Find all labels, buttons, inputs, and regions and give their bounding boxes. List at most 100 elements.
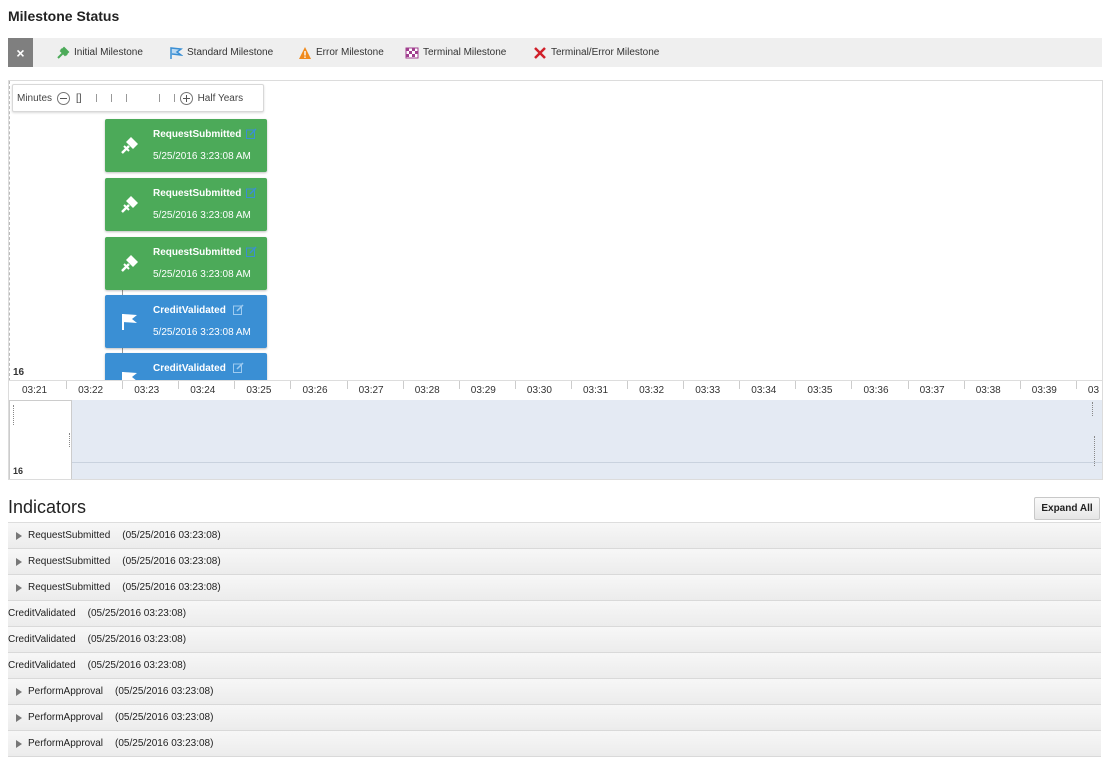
axis-tick-divider [907,381,909,389]
axis-tick-label: 03:34 [751,385,777,396]
axis-tick-divider [346,381,348,389]
axis-tick-label: 03:27 [358,385,384,396]
legend-item-error: Error Milestone [298,38,384,67]
indicator-time: (05/25/2016 03:23:08) [87,634,187,645]
edit-icon[interactable] [246,246,257,257]
indicator-time: (05/25/2016 03:23:08) [87,608,187,619]
indicator-row[interactable]: RequestSubmitted (05/25/2016 03:23:08) [8,575,1101,601]
indicator-row[interactable]: PerformApproval (05/25/2016 03:23:08) [8,679,1101,705]
milestone-card[interactable]: RequestSubmitted 5/25/2016 3:23:08 AM [105,237,267,290]
indicator-name: CreditValidated [8,634,76,645]
indicator-time: (05/25/2016 03:23:08) [115,738,214,749]
edit-icon[interactable] [246,187,257,198]
axis-tick-label: 03:23 [134,385,160,396]
milestone-date: 5/25/2016 3:23:08 AM [153,327,251,338]
milestone-card[interactable]: RequestSubmitted 5/25/2016 3:23:08 AM [105,119,267,172]
overview-scroll-marker [1092,402,1093,416]
time-axis: 03:21 03:22 03:23 03:24 03:25 03:26 03:27 03:28… [9,380,1102,401]
zoom-in-icon[interactable] [179,91,193,105]
axis-tick-label: 03:35 [807,385,833,396]
milestone-date: 5/25/2016 3:23:08 AM [153,151,251,162]
axis-tick-divider [66,381,67,389]
axis-tick-label: 03:38 [975,385,1001,396]
edit-icon[interactable] [233,304,244,315]
indicator-name: RequestSubmitted [28,582,111,593]
axis-tick-divider [1019,381,1021,389]
indicator-row: CreditValidated (05/25/2016 03:23:08) [8,653,1101,679]
milestone-card[interactable]: CreditValidated 5/25/2016 3:23:08 AM [105,295,267,348]
close-legend-button[interactable]: × [8,38,33,67]
zoom-fit-button[interactable]: [] [76,93,82,104]
indicator-name: PerformApproval [28,686,104,697]
zoom-level-tick[interactable] [173,94,175,102]
zoom-level-tick[interactable] [125,94,127,102]
axis-tick-label: 03:29 [470,385,496,396]
axis-tick-divider [795,381,797,389]
standard-milestone-icon [119,310,141,332]
axis-tick-divider [963,381,965,389]
axis-tick-divider [458,381,460,389]
milestone-card[interactable]: RequestSubmitted 5/25/2016 3:23:08 AM [105,178,267,231]
legend-item-initial: Initial Milestone [56,38,143,67]
axis-tick-divider [234,381,236,389]
timeline-row-label: 16 [13,367,25,378]
terminal-error-milestone-icon [533,46,547,60]
indicator-time: (05/25/2016 03:23:08) [87,660,187,671]
axis-tick-divider [683,381,685,389]
milestone-title: RequestSubmitted [153,129,242,140]
expand-caret-icon[interactable] [16,583,22,592]
overview-window-handle[interactable] [69,433,70,447]
zoom-level-tick[interactable] [158,94,160,102]
axis-tick-divider [122,381,124,389]
indicator-time: (05/25/2016 03:23:08) [122,582,221,593]
axis-tick-divider [290,381,292,389]
zoom-max-label: Half Years [197,92,244,104]
initial-milestone-icon [119,252,141,274]
expand-caret-icon[interactable] [16,739,22,748]
axis-tick-divider [739,381,741,389]
indicator-row: CreditValidated (05/25/2016 03:23:08) [8,627,1101,653]
expand-all-button[interactable]: Expand All [1034,497,1100,520]
legend-label: Standard Milestone [187,47,274,58]
timeline-overview[interactable]: 16 [9,400,1102,479]
indicator-row: CreditValidated (05/25/2016 03:23:08) [8,601,1101,627]
expand-caret-icon[interactable] [16,713,22,722]
indicator-row[interactable]: PerformApproval (05/25/2016 03:23:08) [8,705,1101,731]
axis-tick-label: 03:31 [583,385,609,396]
overview-window-handle[interactable] [13,405,14,425]
edit-icon[interactable] [233,362,244,373]
initial-milestone-icon [119,193,141,215]
axis-tick-label: 03:24 [190,385,216,396]
timeline-panel[interactable]: Minutes [] Half Years RequestSubmitted 5… [8,80,1103,480]
axis-tick-label: 03:36 [863,385,889,396]
expand-caret-icon[interactable] [16,687,22,696]
zoom-level-tick[interactable] [110,94,112,102]
zoom-min-label: Minutes [17,92,53,104]
legend-label: Error Milestone [316,47,384,58]
indicator-row[interactable]: PerformApproval (05/25/2016 03:23:08) [8,731,1101,757]
legend-item-terminal-error: Terminal/Error Milestone [533,38,659,67]
axis-tick-label: 03:21 [22,385,48,396]
axis-tick-divider [178,381,180,389]
overview-baseline [72,462,1102,463]
milestone-date: 5/25/2016 3:23:08 AM [153,269,251,280]
zoom-out-icon[interactable] [57,91,71,105]
timeline-divider [9,81,10,381]
zoom-level-tick[interactable] [95,94,97,102]
page-title: Milestone Status [8,8,120,24]
axis-tick-label: 03:30 [526,385,552,396]
indicator-name: CreditValidated [8,660,76,671]
indicator-row[interactable]: RequestSubmitted (05/25/2016 03:23:08) [8,549,1101,575]
edit-icon[interactable] [246,128,257,139]
expand-caret-icon[interactable] [16,531,22,540]
axis-tick-divider [514,381,516,389]
overview-scroll-marker [1094,436,1095,466]
milestone-title: RequestSubmitted [153,188,242,199]
indicator-name: CreditValidated [8,608,76,619]
indicator-row[interactable]: RequestSubmitted (05/25/2016 03:23:08) [8,523,1101,549]
milestone-date: 5/25/2016 3:23:08 AM [153,210,251,221]
axis-tick-label: 03:37 [919,385,945,396]
milestone-title: RequestSubmitted [153,247,242,258]
milestone-title: CreditValidated [153,305,226,316]
expand-caret-icon[interactable] [16,557,22,566]
